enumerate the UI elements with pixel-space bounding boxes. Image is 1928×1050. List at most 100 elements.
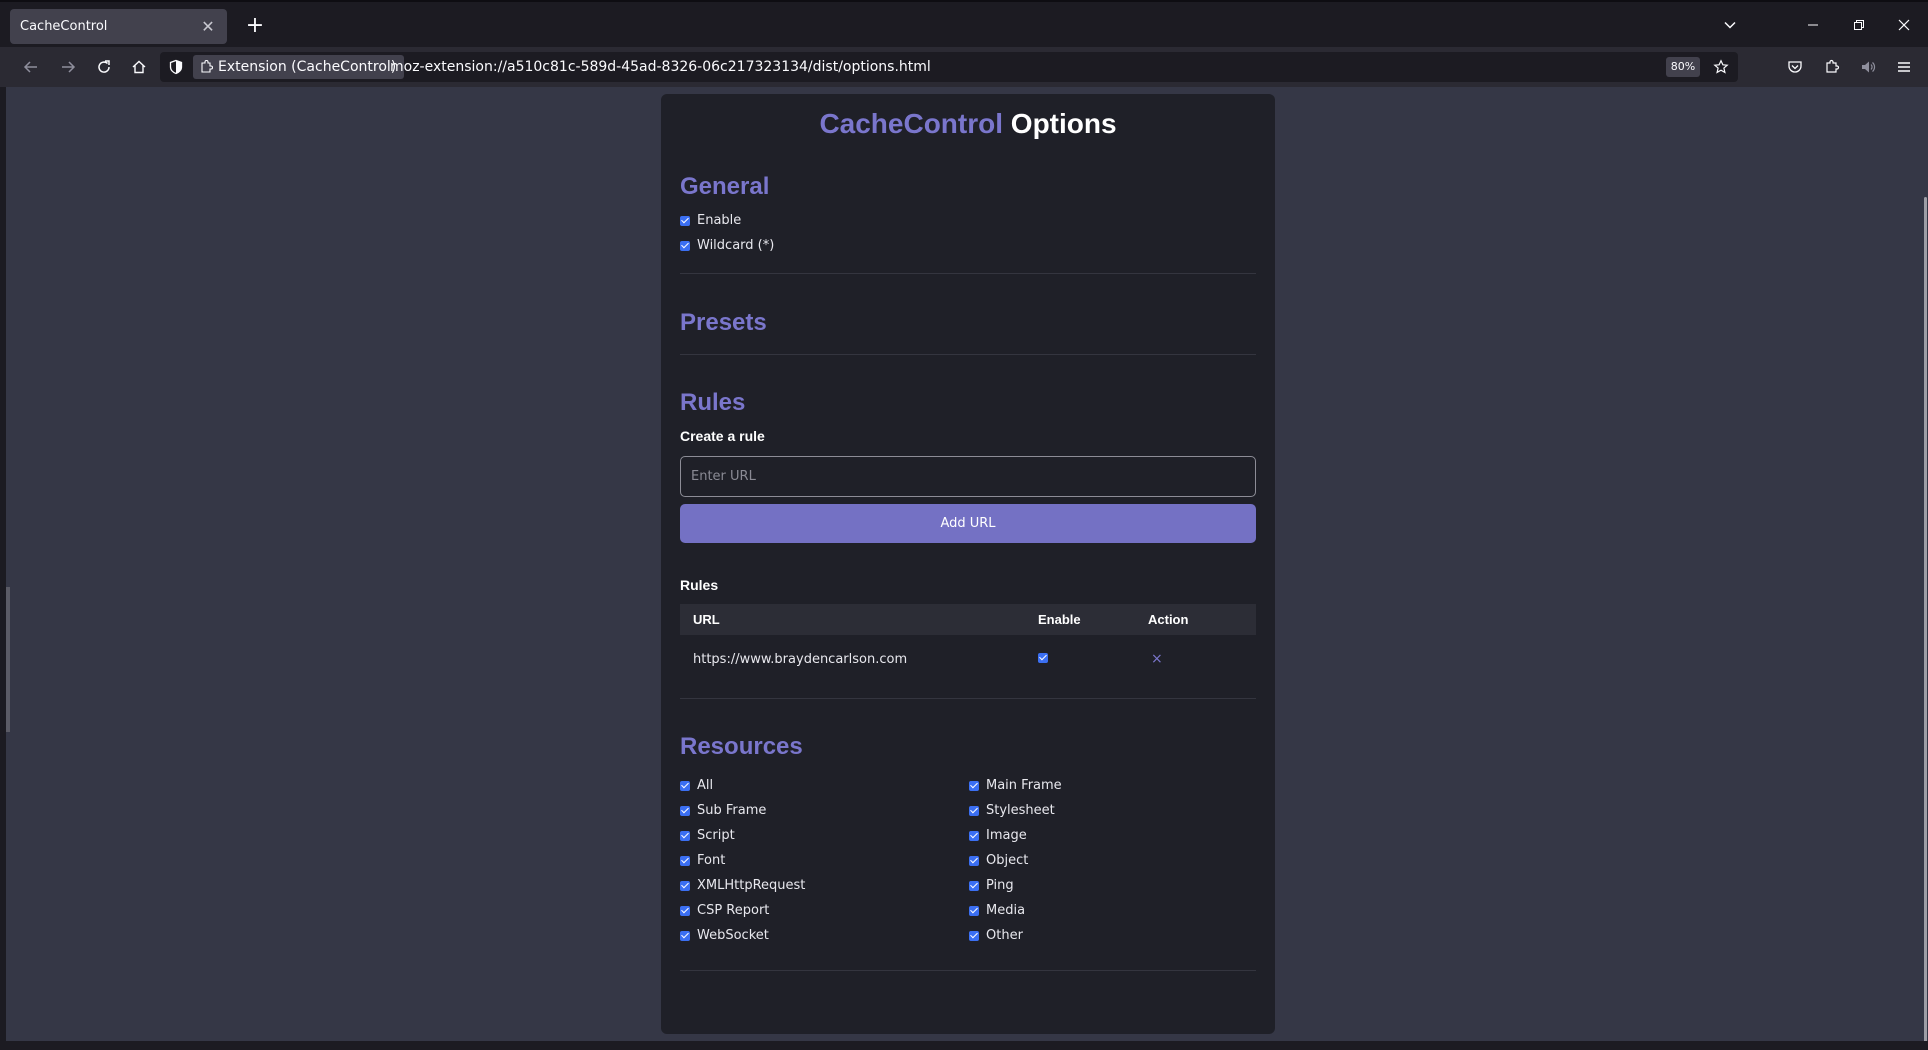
minimize-button[interactable]	[1795, 10, 1831, 40]
rule-enable-cell	[1038, 635, 1148, 683]
rules-table: URL Enable Action https://www.braydencar…	[680, 604, 1256, 683]
section-divider	[680, 273, 1256, 274]
options-card: CacheControl Options General Enable Wild…	[661, 94, 1275, 1034]
create-rule-label: Create a rule	[680, 428, 765, 444]
add-url-button[interactable]: Add URL	[680, 504, 1256, 543]
checkbox-label: XMLHttpRequest	[697, 878, 806, 893]
navigation-toolbar: Extension (CacheControl) moz-extension:/…	[0, 47, 1928, 87]
forward-button[interactable]	[53, 53, 83, 81]
checkbox-label: Sub Frame	[697, 803, 767, 818]
resource-checkbox-object[interactable]: Object	[969, 848, 1256, 873]
column-header-action: Action	[1148, 604, 1256, 635]
resource-checkbox-main-frame[interactable]: Main Frame	[969, 773, 1256, 798]
shield-icon	[169, 59, 183, 75]
section-divider	[680, 970, 1256, 971]
checkbox-label: Image	[986, 828, 1027, 843]
enable-checkbox[interactable]: Enable	[680, 208, 1256, 233]
checkbox-label: CSP Report	[697, 903, 770, 918]
extensions-button[interactable]	[1817, 53, 1847, 81]
page-title-brand: CacheControl	[819, 108, 1004, 139]
restore-button[interactable]	[1841, 10, 1877, 40]
url-bar[interactable]: Extension (CacheControl) moz-extension:/…	[160, 52, 1738, 82]
tab-strip: CacheControl ✕ +	[0, 0, 1928, 47]
checkbox-checked-icon[interactable]	[969, 830, 979, 841]
resource-checkbox-sub-frame[interactable]: Sub Frame	[680, 798, 969, 823]
tab-cachecontrol[interactable]: CacheControl ✕	[10, 9, 227, 44]
url-input[interactable]	[680, 456, 1256, 497]
audio-button[interactable]	[1853, 53, 1883, 81]
checkbox-label: Enable	[697, 213, 742, 228]
general-options: Enable Wildcard (*)	[680, 208, 1256, 258]
restore-icon	[1854, 20, 1864, 30]
resource-checkbox-media[interactable]: Media	[969, 898, 1256, 923]
bookmark-star-button[interactable]	[1708, 54, 1734, 80]
resource-checkbox-ping[interactable]: Ping	[969, 873, 1256, 898]
checkbox-checked-icon[interactable]	[969, 780, 979, 791]
zoom-reset-button[interactable]: 80%	[1666, 57, 1700, 77]
star-icon	[1713, 59, 1729, 74]
checkbox-checked-icon[interactable]	[680, 905, 690, 916]
delete-rule-icon[interactable]: ×	[1151, 651, 1163, 667]
new-tab-button[interactable]: +	[240, 12, 270, 40]
resource-checkbox-image[interactable]: Image	[969, 823, 1256, 848]
list-all-tabs-button[interactable]	[1712, 10, 1748, 40]
checkbox-checked-icon[interactable]	[680, 880, 690, 891]
home-button[interactable]	[124, 53, 154, 81]
checkbox-checked-icon[interactable]	[680, 780, 690, 791]
tracking-protection-button[interactable]	[168, 59, 184, 79]
close-icon	[1898, 19, 1910, 31]
tab-close-icon[interactable]: ✕	[199, 17, 217, 36]
arrow-right-icon	[62, 61, 76, 73]
resource-checkbox-script[interactable]: Script	[680, 823, 969, 848]
checkbox-checked-icon[interactable]	[969, 805, 979, 816]
checkbox-checked-icon[interactable]	[969, 880, 979, 891]
rule-enable-checkbox[interactable]	[1038, 652, 1048, 663]
pocket-button[interactable]	[1780, 53, 1810, 81]
speaker-icon	[1862, 61, 1876, 73]
checkbox-checked-icon[interactable]	[969, 930, 979, 941]
presets-heading: Presets	[680, 309, 767, 336]
checkbox-checked-icon[interactable]	[969, 905, 979, 916]
resources-grid: All Main Frame Sub Frame Stylesheet Scri…	[680, 773, 1256, 948]
url-text[interactable]: moz-extension://a510c81c-589d-45ad-8326-…	[390, 59, 931, 75]
identity-box[interactable]: Extension (CacheControl)	[193, 55, 405, 79]
checkbox-checked-icon[interactable]	[680, 855, 690, 866]
save-to-pocket-icon	[1788, 61, 1802, 73]
checkbox-checked-icon[interactable]	[680, 215, 690, 226]
table-header-row: URL Enable Action	[680, 604, 1256, 635]
wildcard-checkbox[interactable]: Wildcard (*)	[680, 233, 1256, 258]
scrollbar-thumb[interactable]	[1924, 197, 1927, 1041]
table-row: https://www.braydencarlson.com ×	[680, 635, 1256, 683]
page-title-rest: Options	[1010, 108, 1117, 139]
checkbox-checked-icon[interactable]	[680, 240, 690, 251]
reload-icon	[98, 60, 110, 73]
general-heading: General	[680, 173, 770, 200]
rules-heading: Rules	[680, 389, 746, 416]
checkbox-checked-icon[interactable]	[680, 805, 690, 816]
checkbox-checked-icon[interactable]	[969, 855, 979, 866]
resource-checkbox-xmlhttprequest[interactable]: XMLHttpRequest	[680, 873, 969, 898]
checkbox-label: WebSocket	[697, 928, 769, 943]
checkbox-checked-icon[interactable]	[680, 830, 690, 841]
content-area: CacheControl Options General Enable Wild…	[6, 87, 1928, 1041]
rules-list-heading: Rules	[680, 577, 719, 593]
checkbox-label: Main Frame	[986, 778, 1062, 793]
resource-checkbox-websocket[interactable]: WebSocket	[680, 923, 969, 948]
checkbox-checked-icon[interactable]	[680, 930, 690, 941]
resource-checkbox-all[interactable]: All	[680, 773, 969, 798]
extension-icon	[201, 60, 213, 73]
hamburger-menu-icon	[1898, 62, 1910, 72]
app-menu-button[interactable]	[1889, 53, 1919, 81]
close-window-button[interactable]	[1886, 10, 1922, 40]
checkbox-label: Other	[986, 928, 1023, 943]
section-divider	[680, 354, 1256, 355]
reload-button[interactable]	[89, 53, 119, 81]
resource-checkbox-csp-report[interactable]: CSP Report	[680, 898, 969, 923]
resource-checkbox-stylesheet[interactable]: Stylesheet	[969, 798, 1256, 823]
checkbox-label: All	[697, 778, 714, 793]
checkbox-label: Font	[697, 853, 726, 868]
back-button[interactable]	[16, 53, 46, 81]
page-title: CacheControl Options	[680, 108, 1256, 144]
resource-checkbox-font[interactable]: Font	[680, 848, 969, 873]
resource-checkbox-other[interactable]: Other	[969, 923, 1256, 948]
